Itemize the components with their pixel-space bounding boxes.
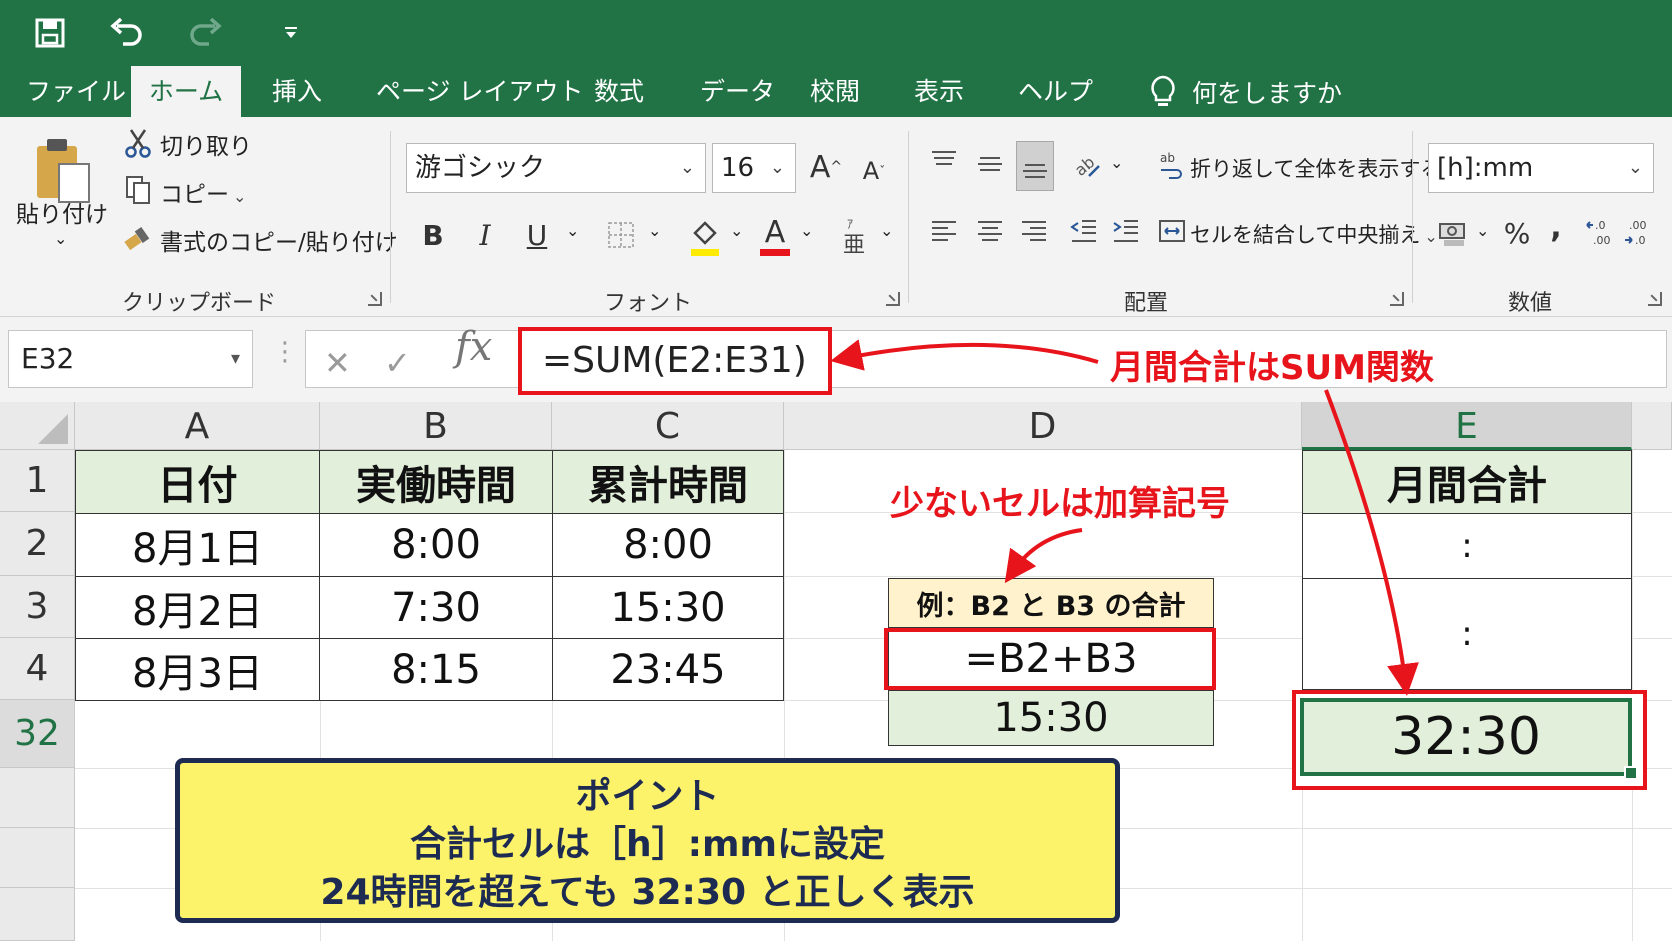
arrow-to-formula (830, 339, 1099, 371)
point-line-1: 合計セルは［h］:mmに設定 (409, 824, 886, 865)
arrow-to-total (1324, 389, 1419, 696)
point-line-2: 24時間を超えても 32:30 と正しく表示 (320, 872, 975, 913)
point-title: ポイント (575, 776, 720, 817)
point-note-box: ポイント 合計セルは［h］:mmに設定 24時間を超えても 32:30 と正しく… (175, 758, 1120, 923)
arrow-to-example (1004, 528, 1083, 584)
